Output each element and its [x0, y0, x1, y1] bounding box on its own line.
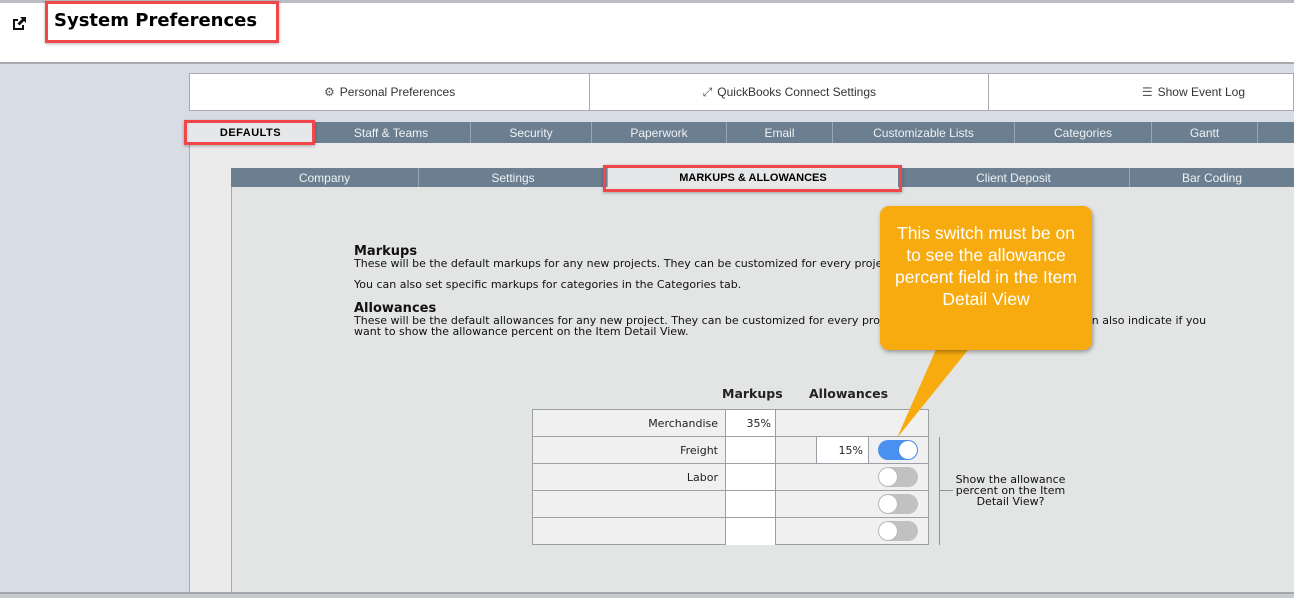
allowances-column-header: Allowances	[809, 386, 889, 401]
show-event-log-link[interactable]: ☰ Show Event Log	[989, 74, 1293, 110]
table-row-freight: Freight 15%	[533, 437, 928, 464]
toggle-knob	[899, 441, 917, 459]
toggle-knob	[879, 468, 897, 486]
markups-text-1: These will be the default markups for an…	[354, 257, 883, 270]
gear-icon: ⚙	[324, 85, 335, 99]
show-allowance-toggle[interactable]	[878, 467, 918, 487]
quickbooks-connect-link[interactable]: ⤢ QuickBooks Connect Settings	[590, 74, 990, 110]
page-title: System Preferences	[54, 10, 258, 31]
defaults-tab-highlight	[184, 120, 315, 145]
table-row-merchandise: Merchandise 35%	[533, 410, 928, 437]
toggle-help-text: Show the allowance percent on the Item D…	[955, 473, 1066, 508]
allowances-text-1b: can also indicate if you	[1079, 314, 1207, 327]
tab-security[interactable]: Security	[471, 122, 592, 143]
personal-preferences-link[interactable]: ⚙ Personal Preferences	[190, 74, 591, 110]
main-tabs: DEFAULTS Staff & Teams Security Paperwor…	[189, 122, 1294, 143]
tab-email[interactable]: Email	[727, 122, 833, 143]
toggle-knob	[879, 522, 897, 540]
row-label: Freight	[533, 437, 726, 463]
markups-text-2: You can also set specific markups for ca…	[354, 278, 742, 291]
top-links-bar: ⚙ Personal Preferences ⤢ QuickBooks Conn…	[189, 73, 1294, 111]
external-link-icon[interactable]	[11, 16, 27, 32]
subtab-bar-coding[interactable]: Bar Coding	[1130, 168, 1294, 187]
markup-input[interactable]	[726, 464, 776, 490]
quickbooks-connect-label: QuickBooks Connect Settings	[717, 85, 877, 99]
show-allowance-toggle[interactable]	[878, 440, 918, 460]
subtab-settings[interactable]: Settings	[419, 168, 608, 187]
markups-column-header: Markups	[722, 386, 783, 401]
markups-description: Markups These will be the default markup…	[354, 245, 882, 290]
tab-staff-teams[interactable]: Staff & Teams	[312, 122, 471, 143]
row-label: Merchandise	[533, 410, 726, 436]
list-icon: ☰	[1141, 85, 1153, 99]
tab-more[interactable]	[1258, 122, 1294, 143]
show-allowance-toggle[interactable]	[878, 521, 918, 541]
markup-input[interactable]	[726, 491, 776, 517]
subtab-client-deposit[interactable]: Client Deposit	[898, 168, 1130, 187]
allowances-description: Allowances These will be the default all…	[354, 302, 1234, 337]
subtab-company[interactable]: Company	[231, 168, 419, 187]
annotation-callout: This switch must be on to see the allowa…	[880, 206, 1092, 350]
tab-gantt[interactable]: Gantt	[1152, 122, 1258, 143]
bottom-border	[0, 592, 1294, 598]
row-label	[533, 491, 726, 517]
table-row-labor: Labor	[533, 464, 928, 491]
allowance-input[interactable]: 15%	[817, 437, 869, 463]
markup-input[interactable]	[726, 437, 776, 463]
toggle-bracket	[939, 437, 940, 545]
show-allowance-toggle[interactable]	[878, 494, 918, 514]
table-row	[533, 491, 928, 518]
expand-arrows-icon: ⤢	[702, 84, 713, 99]
allowance-spacer	[776, 437, 817, 463]
toggle-bracket-tick	[939, 490, 953, 491]
markups-tab-highlight	[603, 165, 902, 192]
tab-customizable-lists[interactable]: Customizable Lists	[833, 122, 1015, 143]
row-label	[533, 518, 726, 545]
personal-preferences-label: Personal Preferences	[339, 85, 456, 99]
table-row	[533, 518, 928, 545]
show-event-log-label: Show Event Log	[1157, 85, 1245, 99]
row-label: Labor	[533, 464, 726, 490]
markup-input[interactable]: 35%	[726, 410, 776, 436]
allowances-text-2: want to show the allowance percent on th…	[354, 325, 689, 338]
toggle-knob	[879, 495, 897, 513]
tab-paperwork[interactable]: Paperwork	[592, 122, 727, 143]
markup-input[interactable]	[726, 518, 776, 545]
tab-categories[interactable]: Categories	[1015, 122, 1152, 143]
markups-allowances-table: Merchandise 35% Freight 15% Labor	[532, 409, 929, 545]
